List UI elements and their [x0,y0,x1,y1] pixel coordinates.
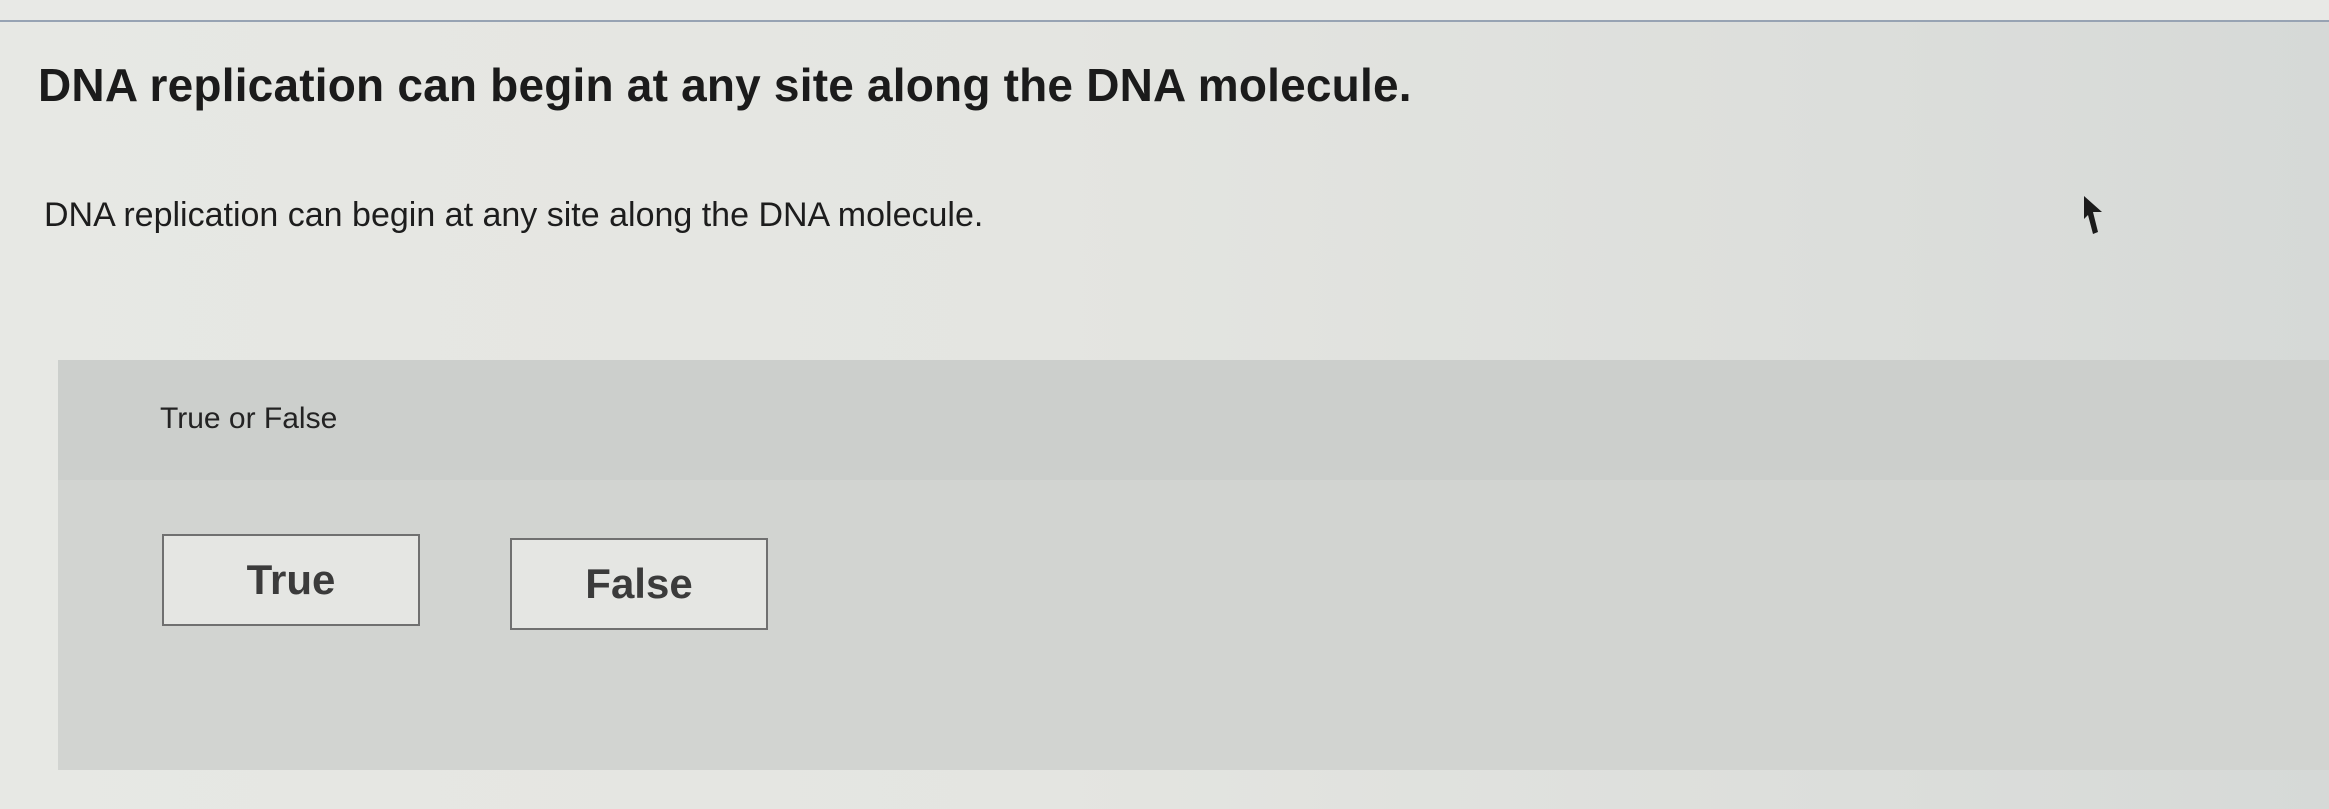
answer-panel-header [58,360,2329,480]
false-button[interactable]: False [510,538,768,630]
answer-type-label: True or False [160,402,338,435]
false-button-label: False [585,560,693,607]
true-button-label: True [246,556,336,603]
question-title: DNA replication can begin at any site al… [38,59,1412,111]
answer-panel: True or False True False [58,360,2329,770]
top-divider [0,0,2329,22]
question-prompt: DNA replication can begin at any site al… [44,196,984,234]
mouse-pointer-icon [2084,196,2102,234]
true-button[interactable]: True [162,534,420,626]
